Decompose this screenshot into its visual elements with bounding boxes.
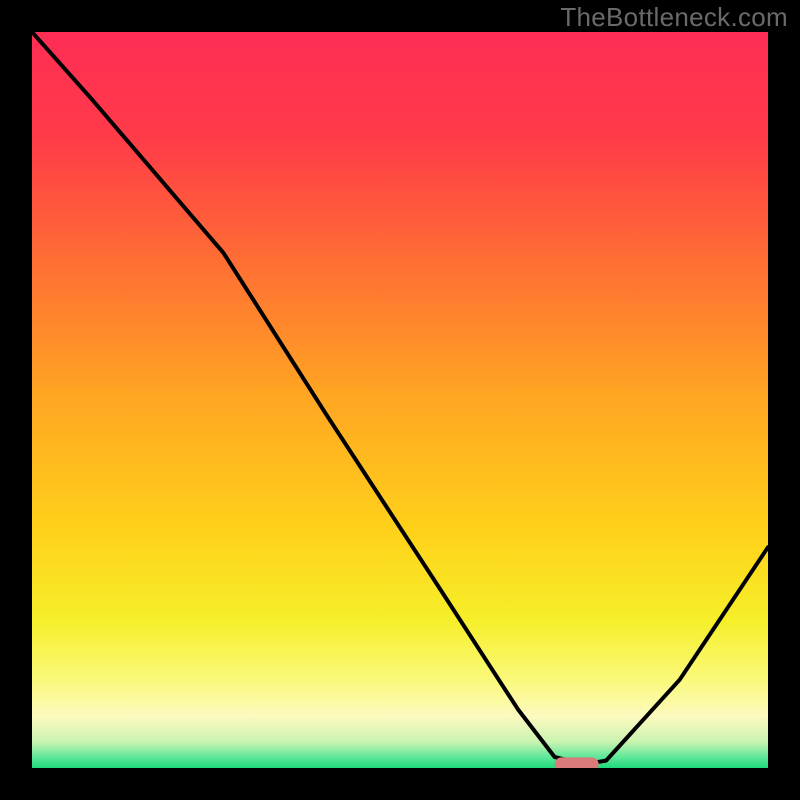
optimal-marker [555, 757, 599, 771]
chart-canvas [0, 0, 800, 800]
plot-background [32, 32, 768, 768]
chart-frame: TheBottleneck.com [0, 0, 800, 800]
